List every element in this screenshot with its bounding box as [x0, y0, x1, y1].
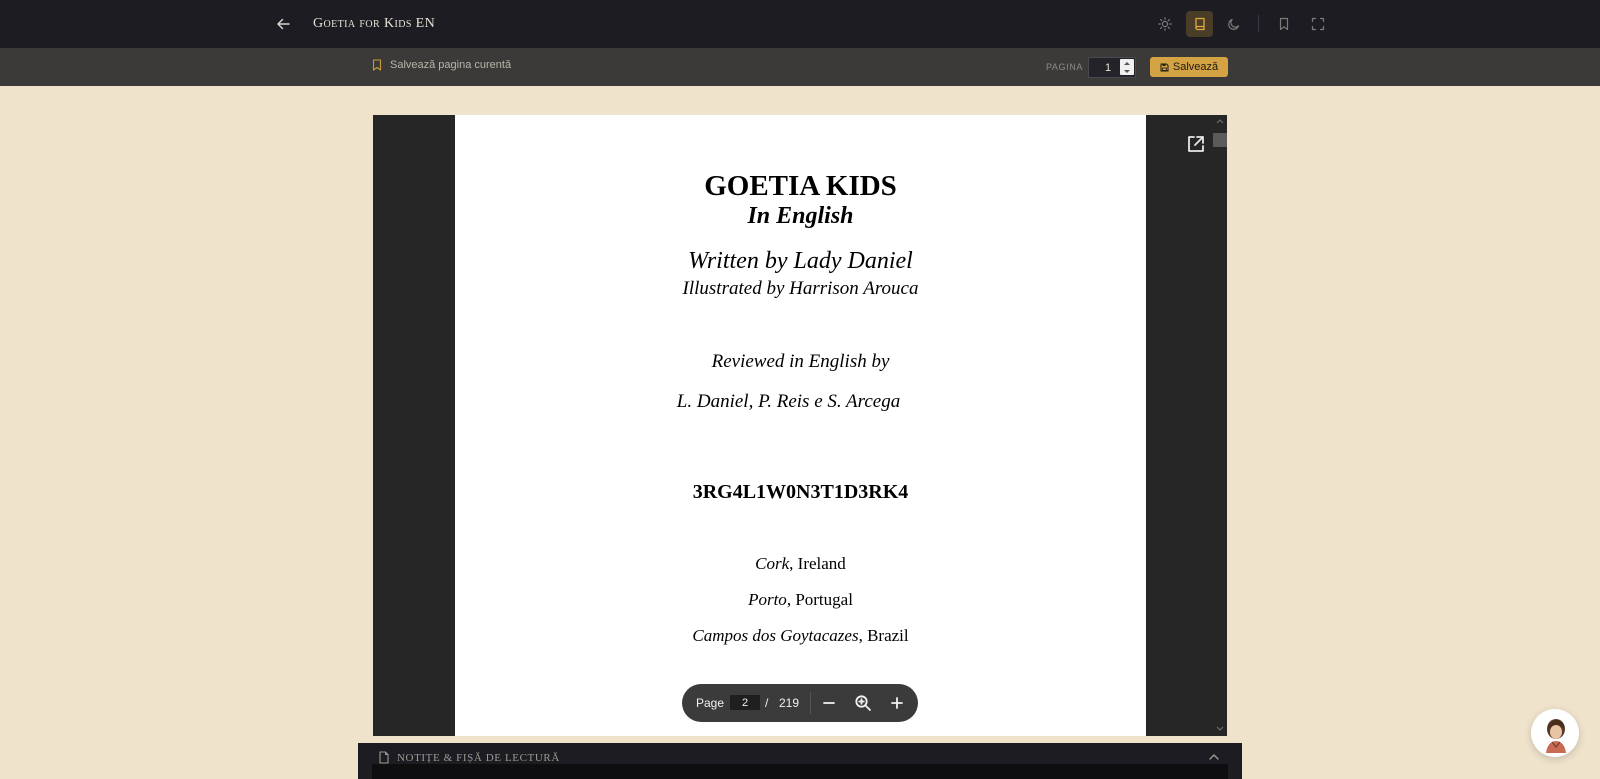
page-stepper[interactable]: [1120, 59, 1134, 75]
scroll-up-icon[interactable]: [1215, 117, 1225, 125]
notes-panel-title: NOTIȚE & FIȘĂ DE LECTURĂ: [397, 751, 560, 764]
light-theme-button[interactable]: [1151, 11, 1178, 37]
avatar-icon: [1546, 719, 1566, 753]
zoom-out-button[interactable]: [818, 692, 840, 714]
sepia-theme-button[interactable]: [1186, 11, 1213, 37]
zoom-in-button[interactable]: [886, 692, 908, 714]
bookmark-button[interactable]: [1270, 11, 1297, 37]
zoom-reset-button[interactable]: [852, 692, 874, 714]
page-navigation: Page / 219: [682, 684, 918, 722]
place-line: Campos dos Goytacazes, Brazil: [455, 626, 1146, 646]
notes-panel-toggle[interactable]: NOTIȚE & FIȘĂ DE LECTURĂ: [378, 751, 560, 764]
scrollbar-thumb[interactable]: [1213, 133, 1227, 147]
save-current-page-label: Salvează pagina curentă: [390, 59, 512, 71]
sun-icon: [1157, 17, 1172, 31]
page-nav-label: Page: [696, 696, 725, 710]
zoom-icon: [855, 695, 871, 711]
save-bar: Salvează pagina curentă PAGINA Salvează: [0, 48, 1600, 86]
document-illustrator: Illustrated by Harrison Arouca: [682, 278, 919, 299]
page-label: PAGINA: [1046, 62, 1083, 72]
moon-icon: [1227, 18, 1239, 30]
place-city: Campos dos Goytacazes: [692, 626, 859, 645]
assistant-avatar-button[interactable]: [1531, 709, 1579, 757]
document-author: Written by Lady Daniel: [688, 248, 913, 274]
stepper-up-icon[interactable]: [1124, 61, 1130, 65]
top-bar: Goetia for Kids EN: [0, 0, 1600, 48]
external-link-icon: [1188, 136, 1204, 152]
back-button[interactable]: [272, 13, 294, 35]
place-line: Cork, Ireland: [455, 554, 1146, 574]
chevron-up-icon[interactable]: [1208, 752, 1220, 762]
plus-icon: [891, 697, 903, 709]
document-code: 3RG4L1W0N3T1D3RK4: [692, 481, 909, 503]
place-country: , Brazil: [858, 626, 909, 645]
place-country: , Ireland: [789, 554, 846, 573]
toolbar-divider: [1258, 15, 1259, 32]
book-icon: [1194, 17, 1205, 31]
save-button[interactable]: Salvează: [1150, 57, 1228, 77]
reviewers-names: L. Daniel, P. Reis e S. Arcega: [676, 391, 901, 412]
place-line: Porto, Portugal: [455, 590, 1146, 610]
bookmark-icon: [372, 59, 382, 71]
notes-panel-body: [372, 764, 1228, 779]
place-city: Porto: [748, 590, 787, 609]
pdf-page: GOETIA KIDS In English Written by Lady D…: [455, 115, 1146, 736]
book-title: Goetia for Kids EN: [313, 16, 436, 31]
arrow-left-icon: [277, 18, 290, 30]
fullscreen-button[interactable]: [1304, 11, 1331, 37]
page-nav-input[interactable]: [730, 695, 760, 710]
minus-icon: [823, 702, 835, 704]
save-current-page-button[interactable]: Salvează pagina curentă: [372, 59, 511, 71]
open-external-button[interactable]: [1185, 133, 1207, 155]
scroll-down-icon[interactable]: [1215, 725, 1225, 733]
dark-theme-button[interactable]: [1220, 11, 1247, 37]
reviewed-by-heading: Reviewed in English by: [711, 351, 890, 372]
page-nav-divider: [810, 692, 811, 714]
pdf-viewer[interactable]: GOETIA KIDS In English Written by Lady D…: [373, 115, 1227, 736]
place-country: , Portugal: [786, 590, 853, 609]
fullscreen-icon: [1311, 17, 1324, 31]
place-city: Cork: [755, 554, 790, 573]
document-subtitle: In English: [747, 203, 854, 229]
page-nav-total: 219: [779, 696, 800, 710]
floppy-disk-icon: [1160, 63, 1169, 71]
save-button-label: Salvează: [1172, 61, 1219, 73]
page-nav-separator: /: [765, 696, 769, 710]
stepper-down-icon[interactable]: [1124, 69, 1130, 73]
notes-panel: NOTIȚE & FIȘĂ DE LECTURĂ: [358, 743, 1242, 779]
document-title: GOETIA KIDS: [704, 170, 897, 202]
document-icon: [379, 751, 389, 764]
bookmark-icon: [1279, 17, 1288, 31]
